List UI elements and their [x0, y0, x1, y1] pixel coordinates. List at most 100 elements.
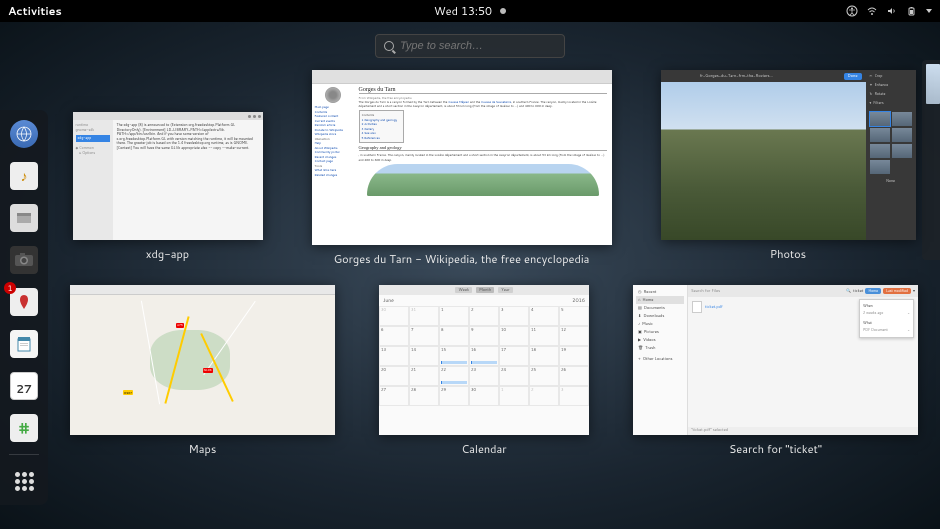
- window-calendar[interactable]: Week Month Year June 2016 303112345 67891…: [379, 285, 589, 457]
- dash-app-maps[interactable]: 1: [6, 284, 42, 320]
- window-label: xdg-app: [146, 246, 189, 262]
- month-label: June: [383, 297, 394, 304]
- window-label: Photos: [770, 246, 806, 262]
- sidebar-trash[interactable]: 🗑 Trash: [636, 344, 684, 352]
- park-area: [150, 330, 230, 390]
- window-thumbnail[interactable]: A75 N106 D907: [70, 285, 335, 435]
- dash-app-todo[interactable]: [6, 326, 42, 362]
- window-thumbnail[interactable]: Main page Contents Featured content Curr…: [312, 70, 612, 245]
- dash-app-web[interactable]: [6, 116, 42, 152]
- wikipedia-logo-icon: [325, 87, 341, 103]
- window-thumbnail[interactable]: ◷ Recent ⌂ Home ▤ Documents ⬇ Downloads …: [633, 285, 918, 435]
- sidebar-home[interactable]: ⌂ Home: [636, 296, 684, 304]
- window-maps[interactable]: A75 N106 D907 Maps: [70, 285, 335, 457]
- calendar-event[interactable]: [441, 381, 467, 384]
- crop-tool[interactable]: ✂ Crop: [869, 73, 913, 80]
- search-query: ticket: [853, 289, 863, 294]
- window-label: Maps: [189, 441, 217, 457]
- filter-thumb[interactable]: [892, 128, 912, 142]
- view-year[interactable]: Year: [498, 287, 512, 293]
- sidebar-selected: xdg-app: [76, 135, 110, 142]
- window-label: Gorges du Tarn - Wikipedia, the free enc…: [334, 251, 590, 267]
- headerbar: Search for Files 🔍 ticket Home Last modi…: [688, 285, 918, 297]
- recording-indicator-icon: [500, 8, 506, 14]
- overview-search[interactable]: [375, 34, 565, 58]
- top-bar: Activities Wed 13:50: [0, 0, 940, 22]
- clock[interactable]: Wed 13:50: [434, 3, 506, 19]
- window-thumbnail[interactable]: Week Month Year June 2016 303112345 67891…: [379, 285, 589, 435]
- filter-popover[interactable]: When 2 weeks ago⌄ What PDF Document⌄: [859, 299, 914, 338]
- year-label: 2016: [572, 297, 585, 304]
- window-label: Search for "ticket": [729, 441, 822, 457]
- sidebar-other[interactable]: + Other Locations: [636, 356, 684, 363]
- sidebar-videos[interactable]: ▶ Videos: [636, 336, 684, 344]
- wiki-nav: Main page Contents Featured content Curr…: [312, 84, 354, 245]
- dropdown-icon[interactable]: ▾: [913, 288, 915, 294]
- filter-thumb[interactable]: [870, 160, 890, 174]
- dash: ♪ 1 27 #: [0, 110, 48, 505]
- calendar-event[interactable]: [471, 361, 497, 364]
- system-status-area[interactable]: [846, 5, 932, 17]
- window-files-search[interactable]: ◷ Recent ⌂ Home ▤ Documents ⬇ Downloads …: [633, 285, 918, 457]
- panorama-image: [367, 164, 599, 196]
- rotate-tool[interactable]: ↻ Rotate: [869, 91, 913, 98]
- wifi-icon[interactable]: [866, 5, 878, 17]
- location-chip[interactable]: Home: [865, 288, 881, 294]
- datetime-label: Wed 13:50: [434, 3, 492, 19]
- window-thumbnail[interactable]: fr_Gorges_du_Tarn_frm_the_Roziers...Done…: [661, 70, 916, 240]
- search-input[interactable]: [400, 40, 556, 52]
- view-week[interactable]: Week: [455, 287, 472, 293]
- headerbar: [70, 285, 335, 295]
- headerbar: fr_Gorges_du_Tarn_frm_the_Roziers...Done: [661, 70, 866, 82]
- window-wikipedia[interactable]: Main page Contents Featured content Curr…: [312, 70, 612, 267]
- enhance-tool[interactable]: ✦ Enhance: [869, 82, 913, 89]
- route-shield: A75: [176, 323, 184, 328]
- filter-thumb[interactable]: [870, 144, 890, 158]
- sidebar-downloads[interactable]: ⬇ Downloads: [636, 312, 684, 320]
- window-xdg-app[interactable]: runtime gnome-sdk xdg-app ◆ Common ▸ Opt…: [73, 70, 263, 267]
- window-photos[interactable]: fr_Gorges_du_Tarn_frm_the_Roziers...Done…: [661, 70, 916, 267]
- grid-icon: [15, 472, 34, 491]
- caret-down-icon[interactable]: [926, 9, 932, 13]
- battery-icon[interactable]: [906, 5, 918, 17]
- filter-thumbnails: [869, 111, 913, 175]
- sidebar-music[interactable]: ♪ Music: [636, 320, 684, 328]
- window-thumbnail[interactable]: runtime gnome-sdk xdg-app ◆ Common ▸ Opt…: [73, 112, 263, 240]
- filter-thumb[interactable]: [870, 112, 890, 126]
- filter-thumb[interactable]: [892, 144, 912, 158]
- filters-tool[interactable]: ▾ Filters: [869, 100, 913, 107]
- dash-app-photos[interactable]: [6, 242, 42, 278]
- activities-button[interactable]: Activities: [8, 3, 62, 19]
- show-applications-button[interactable]: [6, 463, 42, 499]
- window-picker: runtime gnome-sdk xdg-app ◆ Common ▸ Opt…: [58, 70, 930, 519]
- dash-app-rhythmbox[interactable]: ♪: [6, 158, 42, 194]
- done-button[interactable]: Done: [844, 73, 862, 80]
- notification-badge: 1: [4, 282, 16, 294]
- text-content: The xdg-app (8) is announced to (Extensi…: [113, 120, 263, 240]
- calendar-day-label: 27: [16, 379, 32, 399]
- dash-app-calendar[interactable]: 27: [6, 368, 42, 404]
- dash-app-files[interactable]: [6, 200, 42, 236]
- file-icon: [692, 301, 702, 313]
- dash-app-polari[interactable]: #: [6, 410, 42, 446]
- titlebar: [73, 112, 263, 120]
- photo-viewport: fr_Gorges_du_Tarn_frm_the_Roziers...Done: [661, 70, 866, 240]
- view-month[interactable]: Month: [476, 287, 494, 293]
- browser-chrome: [312, 70, 612, 84]
- calendar-event[interactable]: [441, 361, 467, 364]
- dash-separator: [9, 454, 39, 455]
- edit-panel: ✂ Crop ✦ Enhance ↻ Rotate ▾ Filters None: [866, 70, 916, 240]
- sidebar-pictures[interactable]: ▣ Pictures: [636, 328, 684, 336]
- sidebar-recent[interactable]: ◷ Recent: [636, 288, 684, 296]
- article-body: Gorges du Tarn From Wikipedia, the free …: [354, 84, 612, 245]
- calendar-grid[interactable]: 303112345 6789101112 13141516171819 2021…: [379, 306, 589, 406]
- filter-thumb[interactable]: [892, 112, 912, 126]
- filter-thumb[interactable]: [870, 128, 890, 142]
- sidebar: ◷ Recent ⌂ Home ▤ Documents ⬇ Downloads …: [633, 285, 688, 435]
- article-title: Gorges du Tarn: [359, 87, 607, 94]
- accessibility-icon[interactable]: [846, 5, 858, 17]
- modified-chip[interactable]: Last modified: [883, 288, 911, 294]
- volume-icon[interactable]: [886, 5, 898, 17]
- route-shield: N106: [203, 368, 213, 373]
- sidebar-documents[interactable]: ▤ Documents: [636, 304, 684, 312]
